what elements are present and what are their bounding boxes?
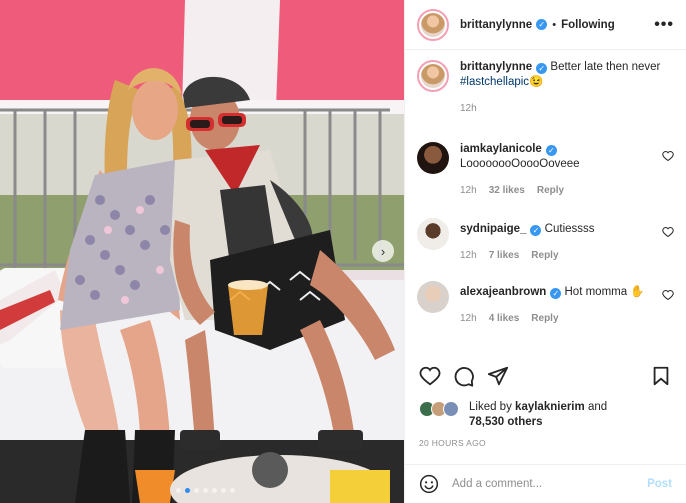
comment-time[interactable]: 12h <box>460 248 477 263</box>
caption-text: Better late then never <box>550 61 661 73</box>
liked-by-prefix: Liked by <box>469 401 512 413</box>
comment-likes[interactable]: 7 likes <box>489 248 520 263</box>
carousel-dot <box>221 488 226 493</box>
separator-dot: • <box>552 18 557 31</box>
caption-username[interactable]: brittanylynne <box>460 61 532 73</box>
comment-username[interactable]: sydnipaige_ <box>460 223 526 235</box>
comment-item: alexajeanbrown ✓ Hot momma ✋ 12h 4 likes … <box>405 281 686 344</box>
chevron-right-icon: › <box>380 243 386 259</box>
comment-avatar[interactable] <box>417 218 449 250</box>
comment-username[interactable]: alexajeanbrown <box>460 286 546 298</box>
caption-hashtag[interactable]: #lastchellapic <box>460 76 529 88</box>
carousel-next-button[interactable]: › <box>372 240 394 262</box>
verified-badge-icon: ✓ <box>536 19 548 30</box>
post-photo[interactable]: › <box>0 0 404 503</box>
carousel-indicator <box>176 488 235 493</box>
comment-username[interactable]: iamkaylanicole <box>460 143 542 155</box>
carousel-dot <box>176 488 181 493</box>
emoji-icon[interactable] <box>419 474 439 494</box>
carousel-dot <box>203 488 208 493</box>
comments-list: brittanylynne ✓ Better late then never #l… <box>405 60 686 344</box>
comment-avatar[interactable] <box>417 142 449 174</box>
likes-count[interactable]: 78,530 others <box>469 416 543 428</box>
comment-bubble-icon[interactable] <box>453 365 475 387</box>
photo-image <box>0 0 404 503</box>
comment-time[interactable]: 12h <box>460 311 477 326</box>
heart-icon[interactable] <box>662 150 674 162</box>
comment-text: Cutiessss <box>544 223 595 235</box>
verified-badge-icon: ✓ <box>545 145 557 156</box>
carousel-dot <box>212 488 217 493</box>
comment-likes[interactable]: 32 likes <box>489 183 525 198</box>
reply-button[interactable]: Reply <box>531 311 558 326</box>
post-timestamp[interactable]: 20 HOURS AGO <box>419 438 486 448</box>
reply-button[interactable]: Reply <box>537 183 564 198</box>
post-comment-button[interactable]: Post <box>647 478 672 490</box>
comment-text: LoooooooOoooOoveee <box>460 158 580 170</box>
caption-avatar[interactable] <box>417 60 449 92</box>
action-bar <box>405 363 686 389</box>
like-heart-icon[interactable] <box>419 365 441 387</box>
liked-by-and: and <box>587 401 608 413</box>
add-comment-input[interactable] <box>452 478 648 490</box>
share-send-icon[interactable] <box>487 365 509 387</box>
comment-item: iamkaylanicole ✓ LoooooooOoooOoveee 12h 3… <box>405 142 686 218</box>
carousel-dot <box>230 488 235 493</box>
post-side-panel: brittanylynne ✓ • Following ••• brittany… <box>404 0 686 503</box>
author-avatar[interactable] <box>417 8 449 41</box>
wink-emoji: 😉 <box>529 76 544 88</box>
more-options-icon[interactable]: ••• <box>654 16 674 34</box>
reply-button[interactable]: Reply <box>531 248 558 263</box>
liked-by-avatars[interactable] <box>419 401 463 417</box>
carousel-dot <box>194 488 199 493</box>
following-button[interactable]: Following <box>561 19 615 31</box>
heart-icon[interactable] <box>662 289 674 301</box>
verified-badge-icon: ✓ <box>536 63 548 74</box>
comment-time[interactable]: 12h <box>460 183 477 198</box>
author-username[interactable]: brittanylynne <box>460 19 532 31</box>
carousel-dot <box>185 488 190 493</box>
heart-icon[interactable] <box>662 226 674 238</box>
comment-likes[interactable]: 4 likes <box>489 311 520 326</box>
liked-by-user[interactable]: kaylaknierim <box>515 401 585 413</box>
caption: brittanylynne ✓ Better late then never #l… <box>405 60 686 142</box>
comment-item: sydnipaige_ ✓ Cutiessss 12h 7 likes Reply <box>405 218 686 281</box>
bookmark-icon[interactable] <box>650 365 672 387</box>
caption-time[interactable]: 12h <box>460 101 477 116</box>
comment-avatar[interactable] <box>417 281 449 313</box>
add-comment-bar: Post <box>405 464 686 503</box>
comment-text: Hot momma ✋ <box>564 286 645 298</box>
verified-badge-icon: ✓ <box>550 288 562 299</box>
liked-by: Liked by kaylaknierim and 78,530 others <box>419 400 674 430</box>
post-header: brittanylynne ✓ • Following ••• <box>405 0 686 50</box>
verified-badge-icon: ✓ <box>530 225 542 236</box>
